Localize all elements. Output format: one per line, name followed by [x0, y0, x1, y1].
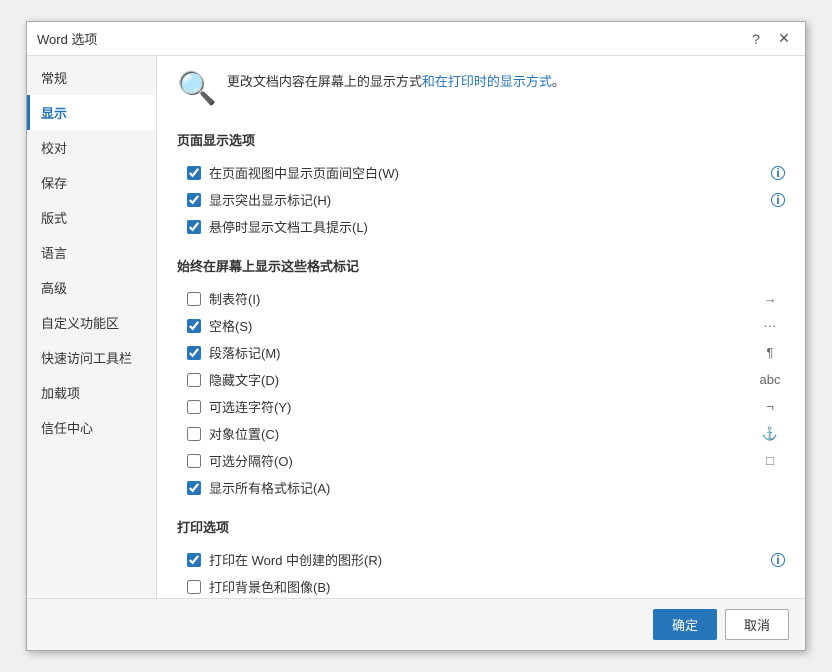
display-icon: 🔍: [177, 72, 217, 104]
header-text: 更改文档内容在屏幕上的显示方式和在打印时的显示方式。: [227, 72, 565, 93]
option-row-1-0: 制表符(I) →: [177, 285, 785, 312]
option-label-2-1: 打印背景色和图像(B): [209, 577, 785, 596]
option-row-1-2: 段落标记(M) ¶: [177, 339, 785, 366]
option-row-1-6: 可选分隔符(O) □: [177, 447, 785, 474]
dialog-footer: 确定 取消: [27, 598, 805, 650]
checkbox-2-0[interactable]: [187, 553, 201, 567]
section-title-0: 页面显示选项: [177, 130, 785, 149]
header-description: 🔍 更改文档内容在屏幕上的显示方式和在打印时的显示方式。: [177, 72, 785, 114]
checkbox-0-1[interactable]: [187, 193, 201, 207]
option-label-0-2: 悬停时显示文档工具提示(L): [209, 217, 785, 236]
info-icon-2-0[interactable]: i: [771, 553, 785, 567]
title-bar-controls: ? ✕: [745, 28, 795, 50]
option-symbol-1-2: ¶: [755, 345, 785, 360]
checkbox-2-1[interactable]: [187, 580, 201, 594]
section-1: 始终在屏幕上显示这些格式标记制表符(I) → 空格(S) ··· 段落标记(M) ¶ 隐藏文…: [177, 256, 785, 501]
option-row-2-1: 打印背景色和图像(B): [177, 573, 785, 598]
option-label-1-0: 制表符(I): [209, 289, 747, 308]
header-text-part1: 更改文档内容在屏幕上的显示方式: [227, 74, 422, 89]
checkbox-1-0[interactable]: [187, 292, 201, 306]
checkbox-1-4[interactable]: [187, 400, 201, 414]
sections-container: 页面显示选项在页面视图中显示页面间空白(W) i 显示突出显示标记(H) i 悬停时显示…: [177, 130, 785, 598]
option-row-1-7: 显示所有格式标记(A): [177, 474, 785, 501]
sidebar-item-9[interactable]: 加载项: [27, 375, 156, 410]
header-text-part2: 。: [552, 74, 565, 89]
sidebar-item-0[interactable]: 常规: [27, 60, 156, 95]
section-0: 页面显示选项在页面视图中显示页面间空白(W) i 显示突出显示标记(H) i 悬停时显示…: [177, 130, 785, 240]
sidebar-item-6[interactable]: 高级: [27, 270, 156, 305]
ok-button[interactable]: 确定: [653, 609, 717, 640]
checkbox-0-0[interactable]: [187, 166, 201, 180]
option-row-1-4: 可选连字符(Y) ¬: [177, 393, 785, 420]
main-content: 🔍 更改文档内容在屏幕上的显示方式和在打印时的显示方式。 页面显示选项在页面视图…: [157, 56, 805, 598]
option-label-1-4: 可选连字符(Y): [209, 397, 747, 416]
cancel-button[interactable]: 取消: [725, 609, 789, 640]
option-row-1-5: 对象位置(C) ⚓: [177, 420, 785, 447]
section-title-1: 始终在屏幕上显示这些格式标记: [177, 256, 785, 275]
sidebar-item-7[interactable]: 自定义功能区: [27, 305, 156, 340]
option-symbol-1-4: ¬: [755, 399, 785, 414]
info-icon-0-1[interactable]: i: [771, 193, 785, 207]
dialog-title: Word 选项: [37, 29, 97, 48]
checkbox-1-6[interactable]: [187, 454, 201, 468]
dialog-body: 常规显示校对保存版式语言高级自定义功能区快速访问工具栏加载项信任中心 🔍 更改文…: [27, 56, 805, 598]
header-text-link: 和在打印时的显示方式: [422, 74, 552, 89]
word-options-dialog: Word 选项 ? ✕ 常规显示校对保存版式语言高级自定义功能区快速访问工具栏加…: [26, 21, 806, 651]
checkbox-1-5[interactable]: [187, 427, 201, 441]
checkbox-1-3[interactable]: [187, 373, 201, 387]
section-2: 打印选项打印在 Word 中创建的图形(R)i打印背景色和图像(B)打印文档属性…: [177, 517, 785, 598]
section-title-2: 打印选项: [177, 517, 785, 536]
option-row-0-2: 悬停时显示文档工具提示(L): [177, 213, 785, 240]
title-bar: Word 选项 ? ✕: [27, 22, 805, 56]
option-row-1-3: 隐藏文字(D) abc: [177, 366, 785, 393]
sidebar: 常规显示校对保存版式语言高级自定义功能区快速访问工具栏加载项信任中心: [27, 56, 157, 598]
option-label-1-7: 显示所有格式标记(A): [209, 478, 785, 497]
help-button[interactable]: ?: [745, 28, 767, 50]
option-row-0-0: 在页面视图中显示页面间空白(W) i: [177, 159, 785, 186]
sidebar-item-1[interactable]: 显示: [27, 95, 156, 130]
option-label-1-1: 空格(S): [209, 316, 747, 335]
checkbox-0-2[interactable]: [187, 220, 201, 234]
option-label-0-0: 在页面视图中显示页面间空白(W): [209, 163, 763, 182]
sidebar-item-5[interactable]: 语言: [27, 235, 156, 270]
checkbox-1-1[interactable]: [187, 319, 201, 333]
option-symbol-1-5: ⚓: [755, 426, 785, 442]
checkbox-1-7[interactable]: [187, 481, 201, 495]
option-label-0-1: 显示突出显示标记(H): [209, 190, 763, 209]
option-label-1-2: 段落标记(M): [209, 343, 747, 362]
sidebar-item-10[interactable]: 信任中心: [27, 410, 156, 445]
option-symbol-1-1: ···: [755, 318, 785, 333]
sidebar-item-8[interactable]: 快速访问工具栏: [27, 340, 156, 375]
sidebar-item-2[interactable]: 校对: [27, 130, 156, 165]
option-symbol-1-3: abc: [755, 372, 785, 387]
sidebar-item-4[interactable]: 版式: [27, 200, 156, 235]
close-button[interactable]: ✕: [773, 28, 795, 50]
checkbox-1-2[interactable]: [187, 346, 201, 360]
option-label-1-5: 对象位置(C): [209, 424, 747, 443]
sidebar-item-3[interactable]: 保存: [27, 165, 156, 200]
info-icon-0-0[interactable]: i: [771, 166, 785, 180]
option-label-2-0: 打印在 Word 中创建的图形(R): [209, 550, 763, 569]
option-label-1-3: 隐藏文字(D): [209, 370, 747, 389]
option-row-1-1: 空格(S) ···: [177, 312, 785, 339]
option-symbol-1-0: →: [755, 291, 785, 306]
option-symbol-1-6: □: [755, 453, 785, 468]
option-label-1-6: 可选分隔符(O): [209, 451, 747, 470]
option-row-2-0: 打印在 Word 中创建的图形(R) i: [177, 546, 785, 573]
option-row-0-1: 显示突出显示标记(H) i: [177, 186, 785, 213]
